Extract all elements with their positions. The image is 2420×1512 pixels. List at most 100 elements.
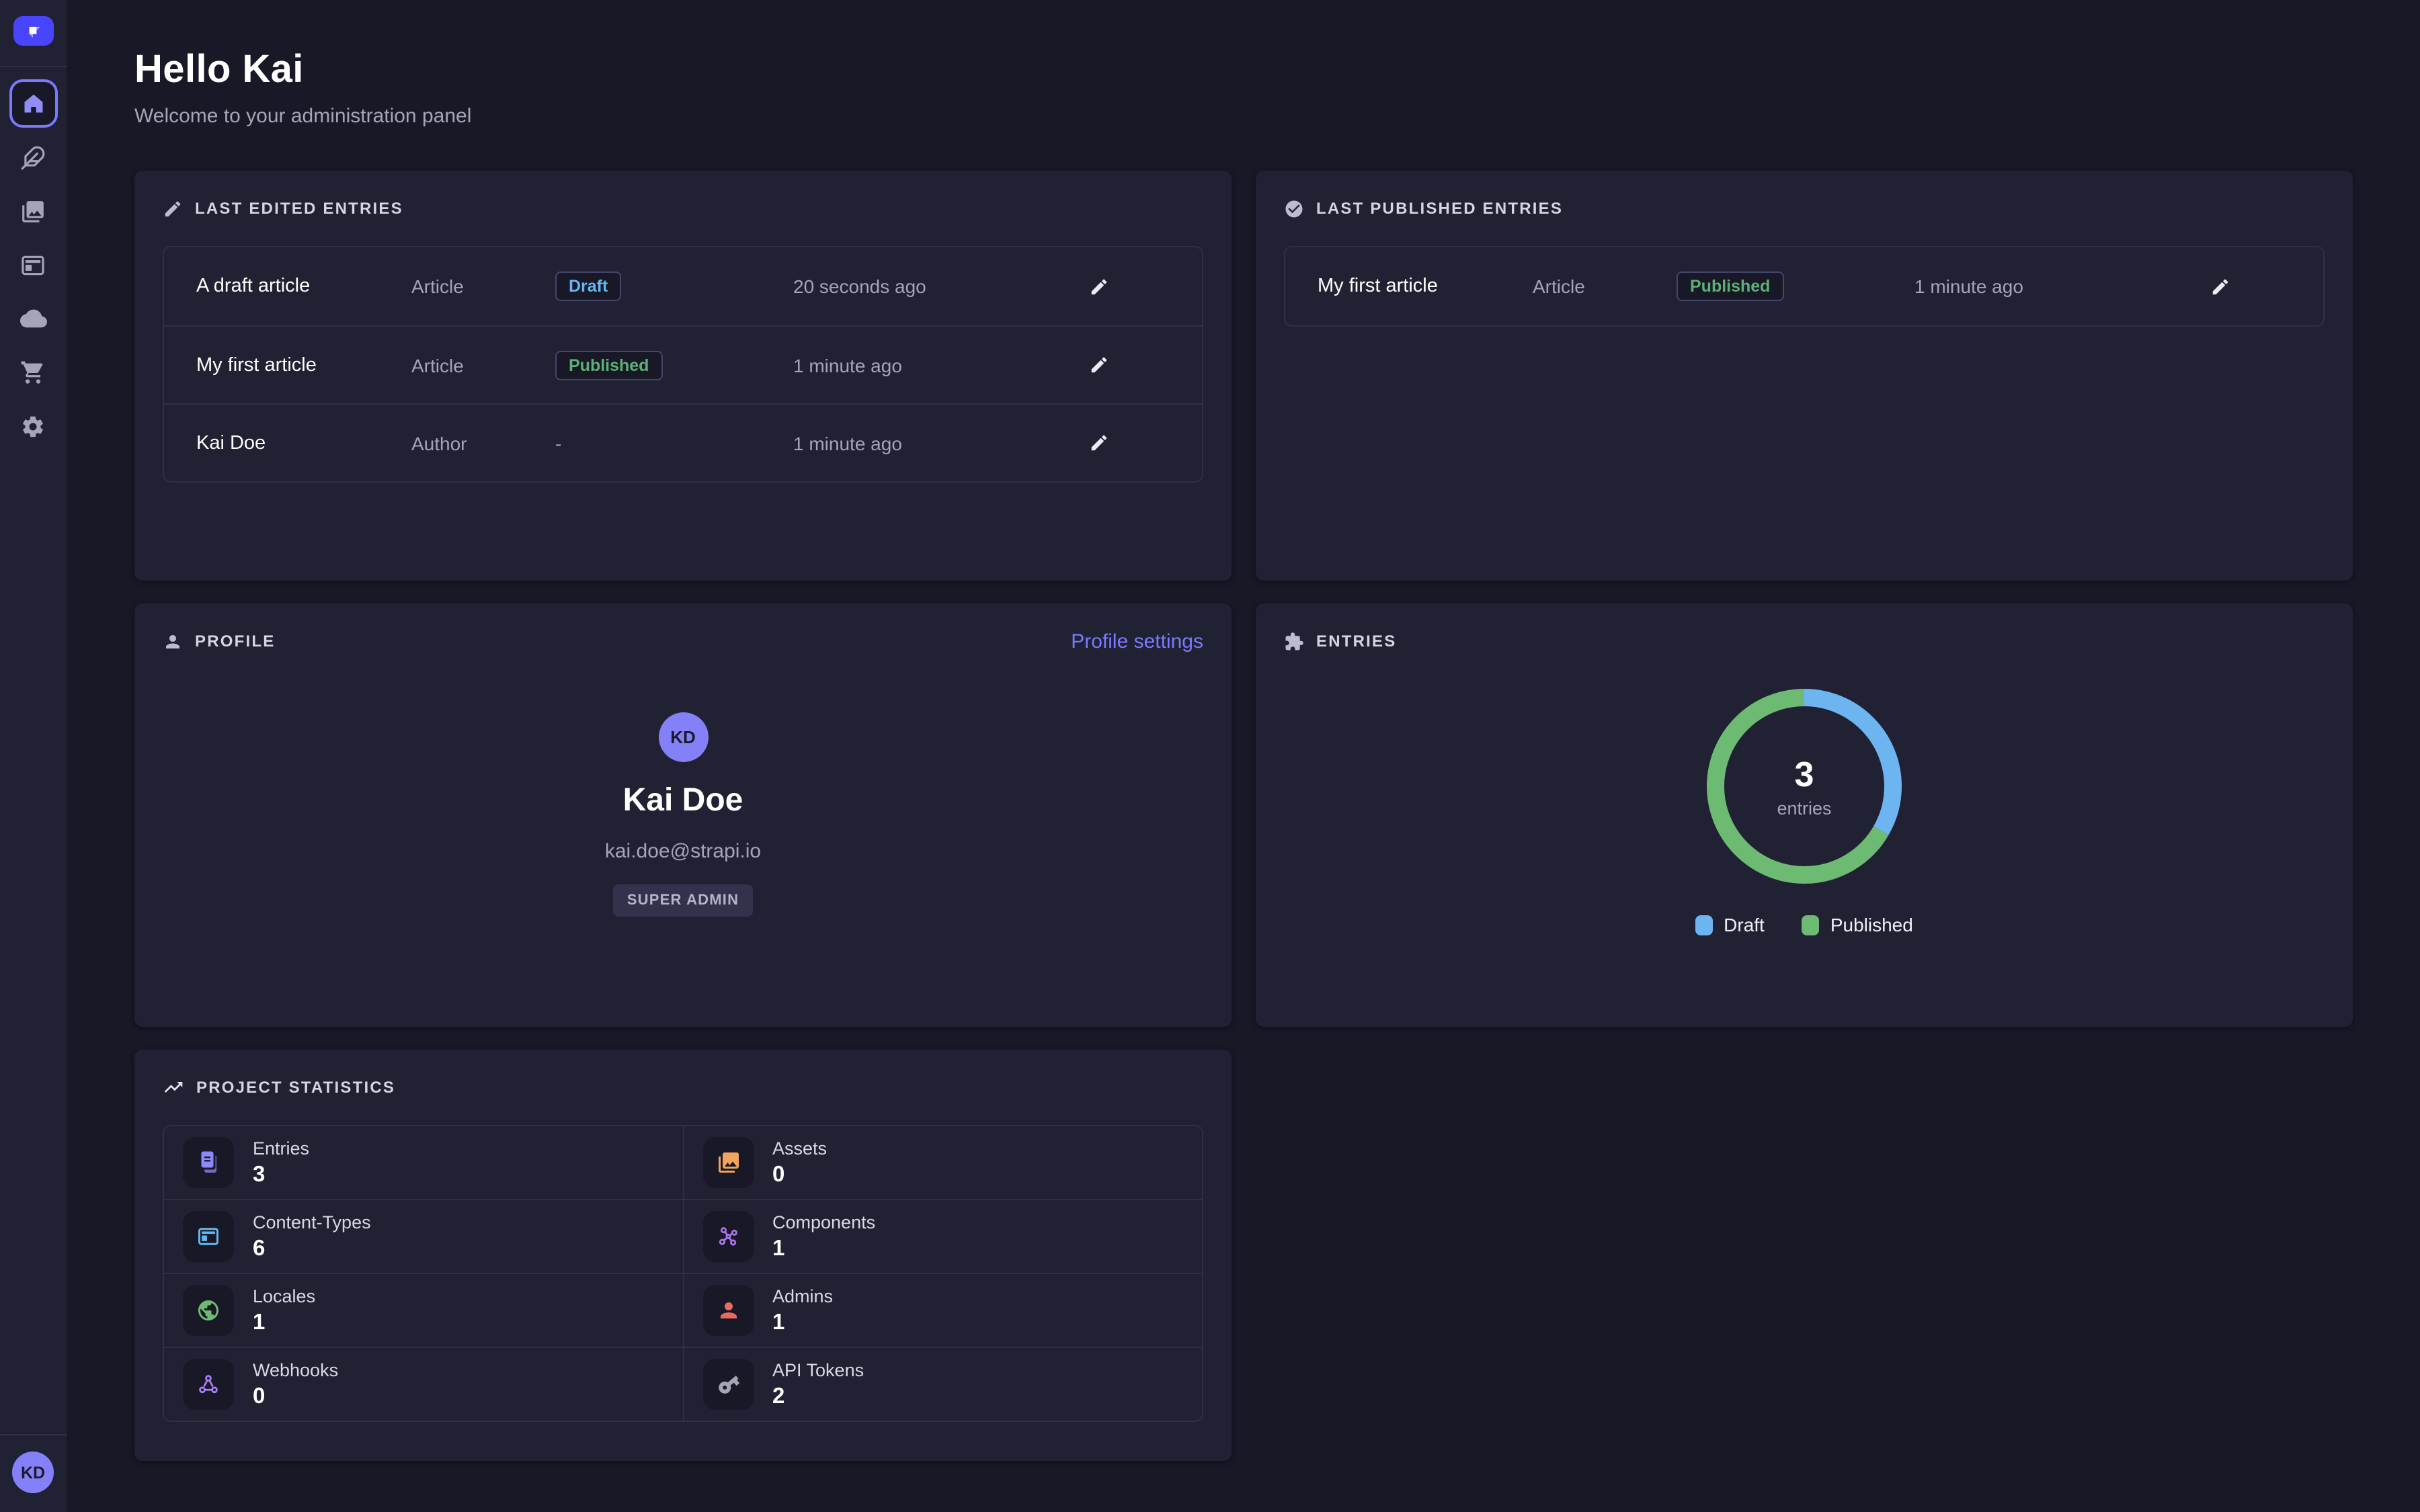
stat-label: Locales: [253, 1286, 315, 1306]
status-empty: -: [555, 432, 793, 454]
entry-kind: Article: [1533, 276, 1677, 297]
card-header: LAST PUBLISHED ENTRIES: [1284, 196, 2325, 220]
strapi-admin-app: KD Hello Kai Welcome to your administrat…: [0, 0, 2420, 1512]
stat-value: 0: [772, 1162, 827, 1187]
person-icon: [163, 631, 183, 651]
entry-title: My first article: [196, 354, 411, 376]
card-title: LAST EDITED ENTRIES: [195, 199, 403, 218]
sidebar-item-content-type-builder[interactable]: [9, 241, 57, 289]
home-icon: [21, 91, 45, 116]
donut-chart: 3 entries: [1706, 688, 1902, 884]
entries-chart-body: 3 entries Draft Published: [1284, 653, 2325, 935]
last-published-table: My first article Article Published 1 min…: [1284, 246, 2325, 327]
check-circle-icon: [1284, 198, 1304, 218]
last-published-entries-card: LAST PUBLISHED ENTRIES My first article …: [1256, 171, 2353, 581]
profile-role-badge: SUPER ADMIN: [614, 884, 752, 917]
stat-label: Components: [772, 1212, 875, 1232]
feather-icon: [20, 144, 46, 170]
stat-label: Content-Types: [253, 1212, 371, 1232]
last-edited-entries-card: LAST EDITED ENTRIES A draft article Arti…: [134, 171, 1232, 581]
entry-time: 1 minute ago: [793, 354, 1084, 376]
table-row[interactable]: A draft article Article Draft 20 seconds…: [164, 247, 1202, 325]
entries-count: 3: [1795, 754, 1814, 796]
sidebar-item-deploy[interactable]: [9, 294, 57, 343]
pencil-icon: [163, 198, 183, 218]
edit-entry-button[interactable]: [1084, 271, 1115, 302]
cart-icon: [20, 360, 46, 385]
stat-value: 3: [253, 1162, 309, 1187]
legend-item-published: Published: [1802, 914, 1913, 935]
puzzle-icon: [1284, 631, 1304, 651]
stat-admins: Admins 1: [684, 1274, 1202, 1347]
entry-time: 20 seconds ago: [793, 276, 1084, 297]
profile-email: kai.doe@strapi.io: [605, 840, 761, 863]
documents-icon: [183, 1137, 234, 1188]
status-badge: Published: [555, 350, 662, 380]
pencil-icon: [1089, 355, 1109, 375]
profile-name: Kai Doe: [623, 782, 743, 820]
project-statistics-card: PROJECT STATISTICS Entries 3: [134, 1050, 1232, 1461]
stat-label: API Tokens: [772, 1359, 864, 1380]
donut-center: 3 entries: [1706, 688, 1902, 884]
stat-locales: Locales 1: [164, 1274, 682, 1347]
table-row[interactable]: Kai Doe Author - 1 minute ago: [164, 403, 1202, 481]
sidebar-item-media-library[interactable]: [9, 187, 57, 235]
entry-time: 1 minute ago: [793, 432, 1084, 454]
edit-entry-button[interactable]: [2205, 271, 2236, 302]
entry-title: A draft article: [196, 276, 411, 297]
main-content: Hello Kai Welcome to your administration…: [67, 0, 2420, 1512]
stat-entries: Entries 3: [164, 1126, 682, 1199]
strapi-logo-icon: [22, 19, 44, 42]
profile-card: PROFILE Profile settings KD Kai Doe kai.…: [134, 603, 1232, 1027]
profile-body: KD Kai Doe kai.doe@strapi.io SUPER ADMIN: [163, 653, 1203, 976]
stats-grid: Entries 3 Assets 0: [163, 1125, 1203, 1422]
page-title: Hello Kai: [134, 48, 2353, 93]
stat-label: Assets: [772, 1138, 827, 1158]
strapi-logo[interactable]: [13, 16, 53, 46]
edit-entry-button[interactable]: [1084, 427, 1115, 458]
card-header: PROFILE Profile settings: [163, 629, 1203, 653]
stat-assets: Assets 0: [684, 1126, 1202, 1199]
stat-value: 6: [253, 1236, 371, 1261]
stat-value: 2: [772, 1384, 864, 1409]
sidebar: KD: [0, 0, 67, 1512]
pencil-icon: [1089, 433, 1109, 453]
page-subtitle: Welcome to your administration panel: [134, 105, 2353, 128]
stat-value: 1: [772, 1310, 833, 1335]
table-row[interactable]: My first article Article Published 1 min…: [1285, 247, 2323, 325]
card-title: LAST PUBLISHED ENTRIES: [1316, 199, 1563, 218]
widgets-grid: LAST EDITED ENTRIES A draft article Arti…: [134, 171, 2353, 1461]
sidebar-bottom: KD: [0, 1414, 67, 1512]
table-row[interactable]: My first article Article Published 1 min…: [164, 325, 1202, 403]
stat-value: 0: [253, 1384, 338, 1409]
entry-title: My first article: [1318, 276, 1533, 297]
profile-settings-link[interactable]: Profile settings: [1071, 630, 1203, 653]
status-badge: Published: [1677, 271, 1783, 301]
card-title: PROFILE: [195, 632, 275, 650]
profile-avatar: KD: [658, 712, 708, 762]
sidebar-item-settings[interactable]: [9, 402, 57, 450]
stat-api-tokens: API Tokens 2: [684, 1348, 1202, 1421]
user-avatar[interactable]: KD: [12, 1452, 54, 1493]
stat-label: Entries: [253, 1138, 309, 1158]
gear-icon: [20, 413, 46, 439]
user-icon: [702, 1285, 754, 1336]
entry-kind: Article: [411, 354, 555, 376]
pencil-icon: [1089, 276, 1109, 296]
entry-kind: Author: [411, 432, 555, 454]
molecule-icon: [702, 1211, 754, 1262]
sidebar-item-content-manager[interactable]: [9, 133, 57, 181]
stat-components: Components 1: [684, 1200, 1202, 1273]
edit-entry-button[interactable]: [1084, 349, 1115, 380]
legend-item-draft: Draft: [1695, 914, 1765, 935]
card-title: PROJECT STATISTICS: [196, 1078, 395, 1097]
stat-value: 1: [253, 1310, 315, 1335]
entry-title: Kai Doe: [196, 432, 411, 454]
sidebar-item-marketplace[interactable]: [9, 348, 57, 396]
picture-icon: [702, 1137, 754, 1188]
sidebar-divider-top: [0, 66, 67, 67]
sidebar-item-home[interactable]: [9, 79, 57, 128]
stat-label: Webhooks: [253, 1359, 338, 1380]
trending-up-icon: [163, 1077, 184, 1098]
card-header: ENTRIES: [1284, 629, 2325, 653]
